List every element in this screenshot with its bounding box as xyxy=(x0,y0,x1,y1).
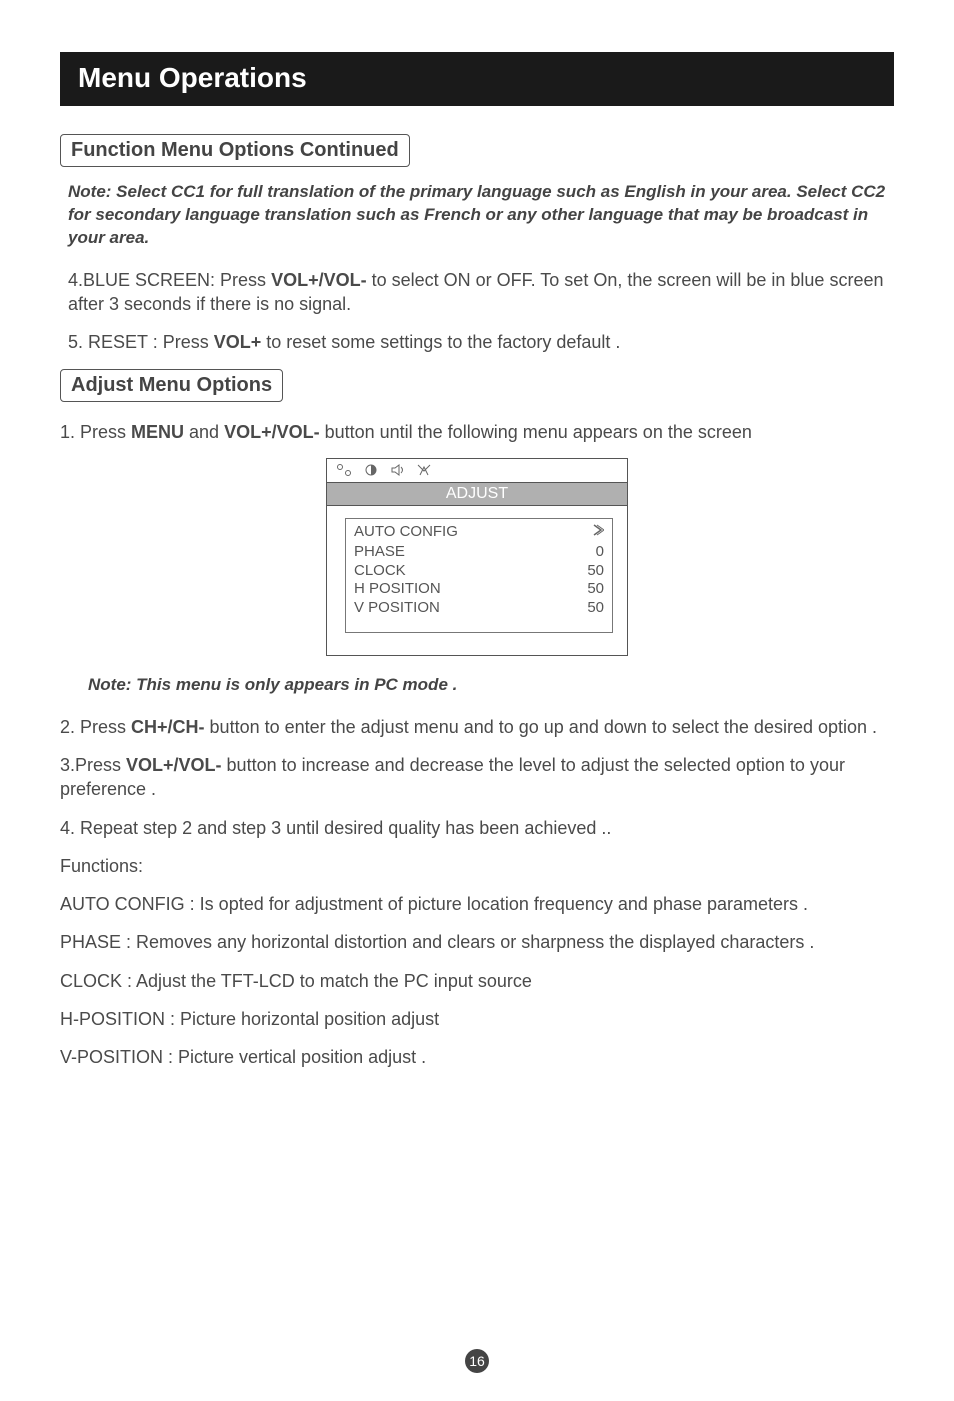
osd-row: CLOCK 50 xyxy=(354,562,604,581)
para-adjust-4: 4. Repeat step 2 and step 3 until desire… xyxy=(60,816,894,840)
functions-heading: Functions: xyxy=(60,854,894,878)
fn-autoconfig: AUTO CONFIG : Is opted for adjustment of… xyxy=(60,892,894,916)
page-title: Menu Operations xyxy=(78,62,307,93)
fn-vpos: V-POSITION : Picture vertical position a… xyxy=(60,1045,894,1069)
antenna-icon xyxy=(416,463,432,477)
osd-icon-row xyxy=(327,459,627,482)
text: and xyxy=(184,422,224,442)
text: to reset some settings to the factory de… xyxy=(261,332,620,352)
osd-row: V POSITION 50 xyxy=(354,599,604,618)
text: 4.BLUE SCREEN: Press xyxy=(68,270,271,290)
osd-value: 50 xyxy=(587,580,604,599)
text: 1. Press xyxy=(60,422,131,442)
page-title-bar: Menu Operations xyxy=(60,52,894,106)
key-vol: VOL+/VOL- xyxy=(271,270,367,290)
arrow-right-icon xyxy=(592,523,604,543)
fn-hpos: H-POSITION : Picture horizontal position… xyxy=(60,1007,894,1031)
key-menu: MENU xyxy=(131,422,184,442)
para-reset: 5. RESET : Press VOL+ to reset some sett… xyxy=(68,330,894,354)
note-pc-mode: Note: This menu is only appears in PC mo… xyxy=(88,674,894,697)
text: button until the following menu appears … xyxy=(320,422,752,442)
contrast-icon xyxy=(363,463,379,477)
osd-panel: ADJUST AUTO CONFIG PHASE 0 CLOCK 50 H PO… xyxy=(326,458,628,656)
para-adjust-3: 3.Press VOL+/VOL- button to increase and… xyxy=(60,753,894,802)
text: button to enter the adjust menu and to g… xyxy=(205,717,877,737)
para-blue-screen: 4.BLUE SCREEN: Press VOL+/VOL- to select… xyxy=(68,268,894,317)
para-adjust-2: 2. Press CH+/CH- button to enter the adj… xyxy=(60,715,894,739)
key-vol: VOL+/VOL- xyxy=(224,422,320,442)
osd-value: 50 xyxy=(587,599,604,618)
fn-clock: CLOCK : Adjust the TFT-LCD to match the … xyxy=(60,969,894,993)
para-adjust-1: 1. Press MENU and VOL+/VOL- button until… xyxy=(60,420,894,444)
text: 2. Press xyxy=(60,717,131,737)
osd-label: V POSITION xyxy=(354,599,440,618)
osd-wrapper: ADJUST AUTO CONFIG PHASE 0 CLOCK 50 H PO… xyxy=(60,458,894,656)
key-vol: VOL+/VOL- xyxy=(126,755,222,775)
text: 5. RESET : Press xyxy=(68,332,214,352)
osd-row: AUTO CONFIG xyxy=(354,523,604,543)
osd-inner: AUTO CONFIG PHASE 0 CLOCK 50 H POSITION … xyxy=(345,518,613,633)
osd-row: PHASE 0 xyxy=(354,543,604,562)
osd-label: PHASE xyxy=(354,543,405,562)
text: 3.Press xyxy=(60,755,126,775)
osd-label: AUTO CONFIG xyxy=(354,523,458,543)
osd-value: 50 xyxy=(587,562,604,581)
page-number: 16 xyxy=(465,1349,489,1373)
osd-row: H POSITION 50 xyxy=(354,580,604,599)
section-heading-function: Function Menu Options Continued xyxy=(60,134,410,167)
osd-value: 0 xyxy=(596,543,604,562)
key-volp: VOL+ xyxy=(214,332,262,352)
section-heading-adjust: Adjust Menu Options xyxy=(60,369,283,402)
osd-body: AUTO CONFIG PHASE 0 CLOCK 50 H POSITION … xyxy=(327,506,627,655)
osd-header: ADJUST xyxy=(327,482,627,506)
osd-label: H POSITION xyxy=(354,580,441,599)
key-ch: CH+/CH- xyxy=(131,717,205,737)
brightness-icon xyxy=(335,463,353,477)
note-cc: Note: Select CC1 for full translation of… xyxy=(68,181,894,250)
speaker-icon xyxy=(390,463,406,477)
osd-label: CLOCK xyxy=(354,562,406,581)
fn-phase: PHASE : Removes any horizontal distortio… xyxy=(60,930,894,954)
